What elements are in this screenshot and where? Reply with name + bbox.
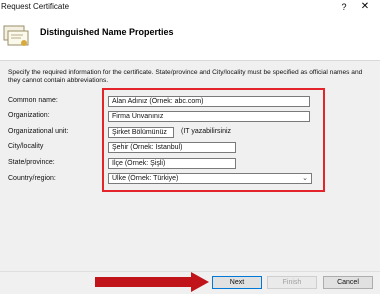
close-button[interactable]: ✕ [358,1,372,13]
window-title: Request Certificate [1,2,70,11]
organization-label: Organization: [8,112,50,119]
common-name-label: Common name: [8,97,58,104]
certificate-icon [3,25,29,46]
finish-button[interactable]: Finish [267,276,317,289]
highlight-box [102,88,325,192]
pointer-arrow-icon [95,272,209,292]
help-button[interactable]: ? [338,1,350,13]
wizard-header [0,14,380,61]
state-label: State/province: [8,159,55,166]
title-bar: Request Certificate ? ✕ [0,0,380,14]
instructions-text: Specify the required information for the… [8,69,363,84]
city-label: City/locality [8,143,44,150]
next-button[interactable]: Next [212,276,262,289]
org-unit-label: Organizational unit: [8,128,69,135]
page-title: Distinguished Name Properties [40,27,174,37]
cancel-button[interactable]: Cancel [323,276,373,289]
country-label: Country/region: [8,175,56,182]
